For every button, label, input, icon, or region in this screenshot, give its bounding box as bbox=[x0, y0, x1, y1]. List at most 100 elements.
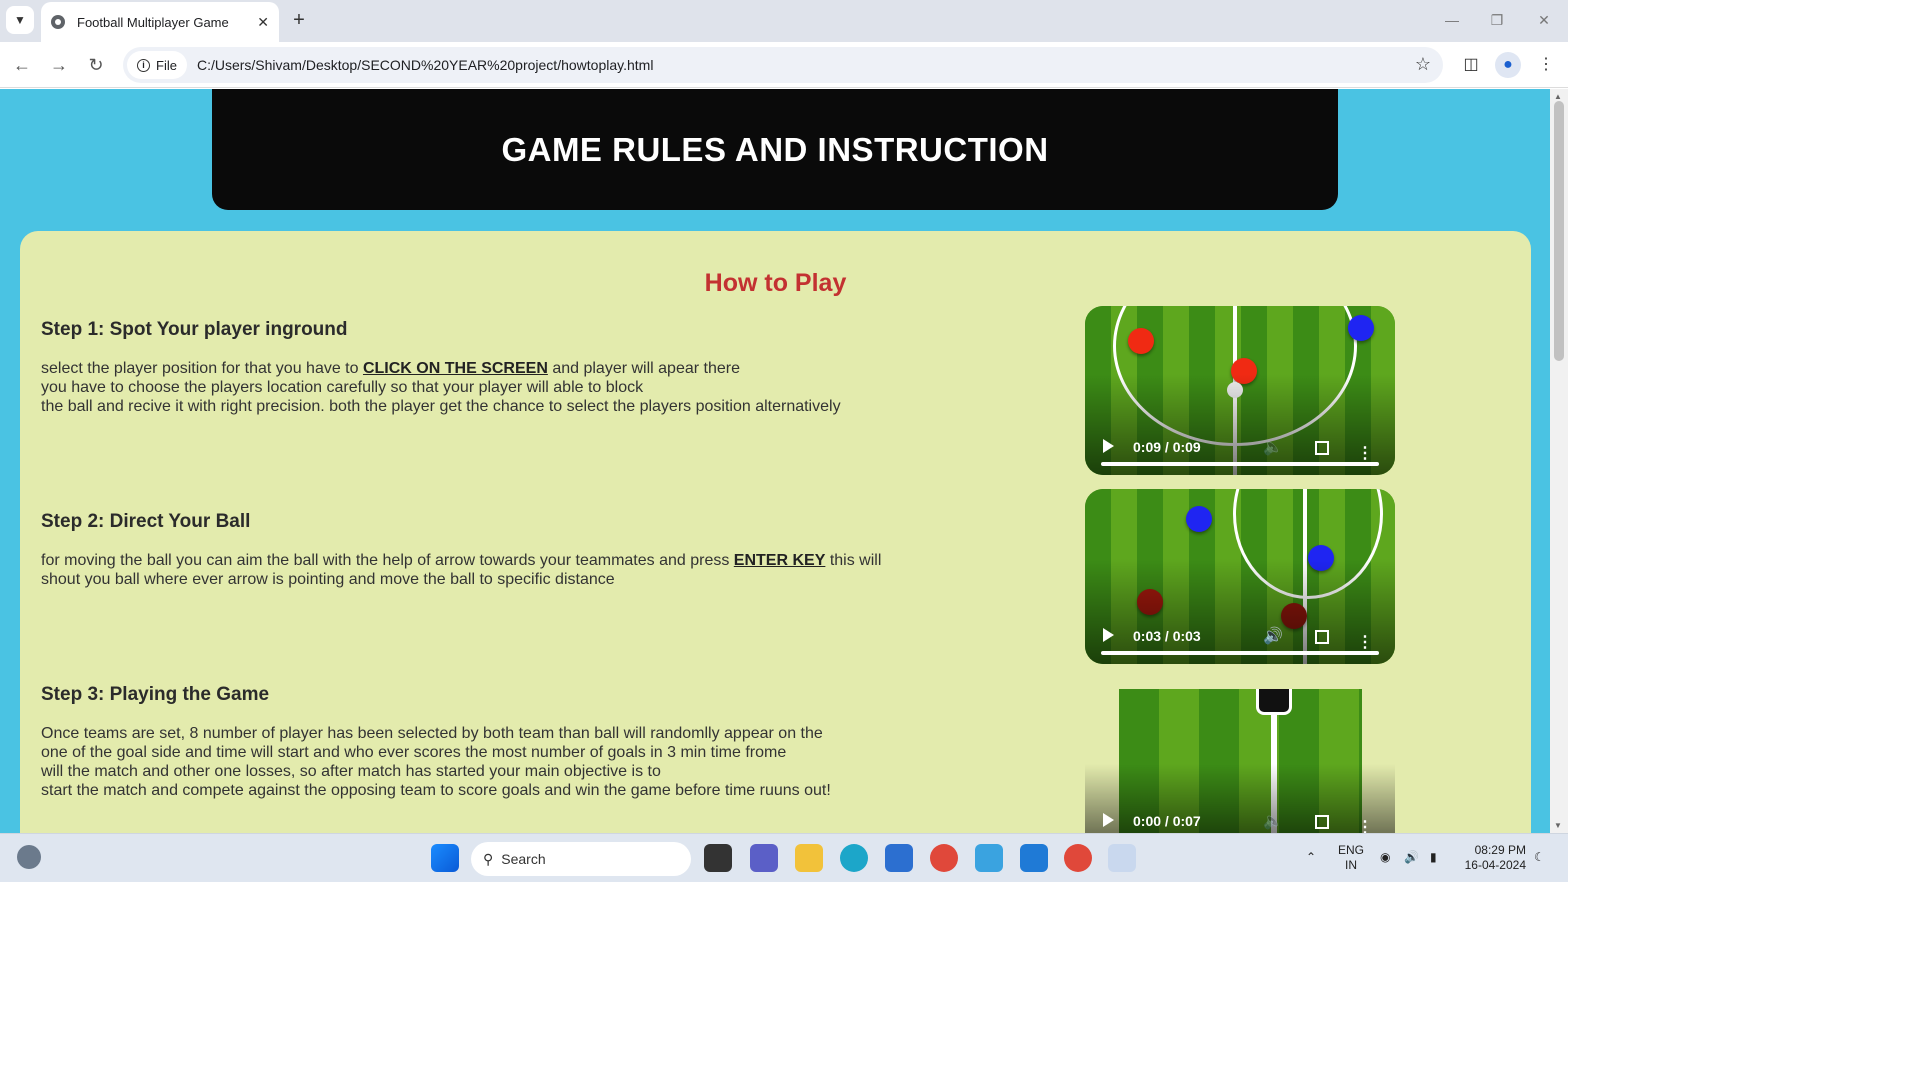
tab-title: Football Multiplayer Game bbox=[77, 14, 229, 30]
step-description: for moving the ball you can aim the ball… bbox=[41, 551, 941, 589]
step-title: Step 1: Spot Your player inground bbox=[41, 319, 348, 340]
fullscreen-icon[interactable] bbox=[1315, 630, 1329, 644]
scrollbar-thumb[interactable] bbox=[1554, 101, 1564, 361]
step-text-segment: and player will apear there bbox=[547, 360, 740, 377]
volume-icon[interactable]: 🔈 bbox=[1263, 811, 1283, 831]
clock-time: 08:29 PM bbox=[1474, 843, 1526, 857]
step-text-segment: for moving the ball you can aim the ball… bbox=[41, 552, 734, 569]
side-panel-icon[interactable]: ◫ bbox=[1458, 52, 1484, 78]
step-text-segment: you have to choose the players location … bbox=[41, 379, 644, 396]
video-controls: 0:00 / 0:07 🔈 ⋮ bbox=[1085, 779, 1395, 833]
windows-taskbar: ⚲ Search ⌃ ENG IN ◉ 🔊 ▮ 08:29 PM 16-04-2… bbox=[0, 833, 1568, 882]
step-3: Step 3: Playing the Game Once teams are … bbox=[41, 684, 941, 800]
network-icon[interactable]: ◉ bbox=[1380, 850, 1390, 865]
video-controls: 0:03 / 0:03 🔊 ⋮ bbox=[1085, 604, 1395, 664]
video-time: 0:03 / 0:03 bbox=[1133, 628, 1201, 644]
forward-arrow-icon[interactable]: → bbox=[46, 52, 72, 78]
step-text-segment: this will bbox=[825, 552, 882, 569]
step-text-segment: one of the goal side and time will start… bbox=[41, 744, 787, 761]
instructions-card: How to Play Step 1: Spot Your player ing… bbox=[20, 231, 1531, 833]
taskbar-search[interactable]: ⚲ Search bbox=[471, 842, 691, 876]
goal-post bbox=[1256, 689, 1292, 715]
notifications-icon[interactable]: ☾ bbox=[1534, 850, 1545, 865]
tab-strip: ▼ Football Multiplayer Game ✕ + — ❐ ✕ bbox=[0, 0, 1568, 42]
step-description: Once teams are set, 8 number of player h… bbox=[41, 724, 941, 800]
file-explorer-icon[interactable] bbox=[795, 844, 823, 872]
info-icon: i bbox=[137, 58, 150, 72]
video-menu-icon[interactable]: ⋮ bbox=[1357, 820, 1373, 834]
tab-search-chevron-icon[interactable]: ▼ bbox=[6, 6, 34, 34]
close-window-icon[interactable]: ✕ bbox=[1532, 8, 1556, 32]
play-icon[interactable] bbox=[1103, 439, 1114, 453]
video-time: 0:00 / 0:07 bbox=[1133, 813, 1201, 829]
show-hidden-icons[interactable]: ⌃ bbox=[1306, 850, 1316, 865]
step-1: Step 1: Spot Your player inground select… bbox=[41, 319, 941, 416]
video-menu-icon[interactable]: ⋮ bbox=[1357, 446, 1373, 462]
task-view-icon[interactable] bbox=[704, 844, 732, 872]
clock[interactable]: 08:29 PM 16-04-2024 bbox=[1458, 843, 1526, 873]
step-3-video[interactable]: 0:00 / 0:07 🔈 ⋮ bbox=[1085, 689, 1395, 833]
battery-icon[interactable]: ▮ bbox=[1430, 850, 1437, 865]
video-menu-icon[interactable]: ⋮ bbox=[1357, 635, 1373, 651]
language-indicator[interactable]: ENG IN bbox=[1336, 843, 1366, 873]
volume-icon[interactable]: 🔈 bbox=[1263, 437, 1283, 457]
step-text-segment: the ball and recive it with right precis… bbox=[41, 398, 841, 415]
region-label: IN bbox=[1345, 858, 1357, 872]
chrome-icon[interactable] bbox=[1064, 844, 1092, 872]
step-1-video[interactable]: 0:09 / 0:09 🔈 ⋮ bbox=[1085, 306, 1395, 475]
snipping-tool-icon[interactable] bbox=[1108, 844, 1136, 872]
edge-icon[interactable] bbox=[840, 844, 868, 872]
step-title: Step 2: Direct Your Ball bbox=[41, 511, 251, 532]
store-icon[interactable] bbox=[885, 844, 913, 872]
step-2-video[interactable]: 0:03 / 0:03 🔊 ⋮ bbox=[1085, 489, 1395, 664]
bookmark-star-icon[interactable]: ☆ bbox=[1415, 54, 1431, 75]
video-progress-bar[interactable] bbox=[1101, 651, 1379, 655]
page-title: GAME RULES AND INSTRUCTION bbox=[501, 130, 1049, 168]
new-tab-button[interactable]: + bbox=[288, 8, 310, 32]
site-info-chip[interactable]: i File bbox=[127, 51, 187, 79]
search-icon: ⚲ bbox=[483, 850, 494, 867]
photos-icon[interactable] bbox=[975, 844, 1003, 872]
minimize-icon[interactable]: — bbox=[1440, 8, 1464, 32]
fullscreen-icon[interactable] bbox=[1315, 815, 1329, 829]
browser-menu-icon[interactable]: ⋮ bbox=[1533, 52, 1559, 78]
video-progress-bar[interactable] bbox=[1101, 462, 1379, 466]
back-arrow-icon[interactable]: ← bbox=[9, 52, 35, 78]
play-icon[interactable] bbox=[1103, 813, 1114, 827]
windows-start-icon[interactable] bbox=[431, 844, 459, 872]
file-label: File bbox=[156, 57, 177, 73]
restore-icon[interactable]: ❐ bbox=[1485, 8, 1509, 32]
scroll-down-icon[interactable]: ▼ bbox=[1554, 821, 1562, 830]
step-description: select the player position for that you … bbox=[41, 359, 941, 416]
fullscreen-icon[interactable] bbox=[1315, 441, 1329, 455]
step-2: Step 2: Direct Your Ball for moving the … bbox=[41, 511, 941, 589]
page-scrollbar[interactable]: ▲ ▼ bbox=[1550, 89, 1568, 833]
speaker-icon[interactable]: 🔊 bbox=[1404, 850, 1419, 865]
close-tab-icon[interactable]: ✕ bbox=[257, 14, 269, 31]
address-bar[interactable]: i File C:/Users/Shivam/Desktop/SECOND%20… bbox=[123, 47, 1443, 83]
step-text-segment: select the player position for that you … bbox=[41, 360, 363, 377]
reload-icon[interactable]: ↻ bbox=[83, 52, 109, 78]
red-player bbox=[1128, 328, 1154, 354]
profile-avatar-icon[interactable]: ● bbox=[1495, 52, 1521, 78]
step-text-segment: start the match and compete against the … bbox=[41, 782, 831, 799]
browser-toolbar: ← → ↻ i File C:/Users/Shivam/Desktop/SEC… bbox=[0, 42, 1568, 88]
video-time: 0:09 / 0:09 bbox=[1133, 439, 1201, 455]
blue-player bbox=[1186, 506, 1212, 532]
video-controls: 0:09 / 0:09 🔈 ⋮ bbox=[1085, 415, 1395, 475]
vscode-icon[interactable] bbox=[1020, 844, 1048, 872]
blue-player bbox=[1348, 315, 1374, 341]
scroll-up-icon[interactable]: ▲ bbox=[1554, 92, 1562, 101]
step-title: Step 3: Playing the Game bbox=[41, 684, 270, 705]
weather-icon[interactable] bbox=[17, 845, 41, 869]
url-text[interactable]: C:/Users/Shivam/Desktop/SECOND%20YEAR%20… bbox=[197, 57, 653, 73]
chat-icon[interactable] bbox=[750, 844, 778, 872]
chrome-profile-icon[interactable] bbox=[930, 844, 958, 872]
step-text-segment: Once teams are set, 8 number of player h… bbox=[41, 725, 823, 742]
browser-tab[interactable]: Football Multiplayer Game ✕ bbox=[41, 2, 279, 42]
lang-label: ENG bbox=[1337, 843, 1364, 857]
page-viewport: GAME RULES AND INSTRUCTION How to Play S… bbox=[0, 89, 1568, 833]
play-icon[interactable] bbox=[1103, 628, 1114, 642]
volume-icon[interactable]: 🔊 bbox=[1263, 626, 1283, 646]
search-label: Search bbox=[501, 851, 546, 867]
